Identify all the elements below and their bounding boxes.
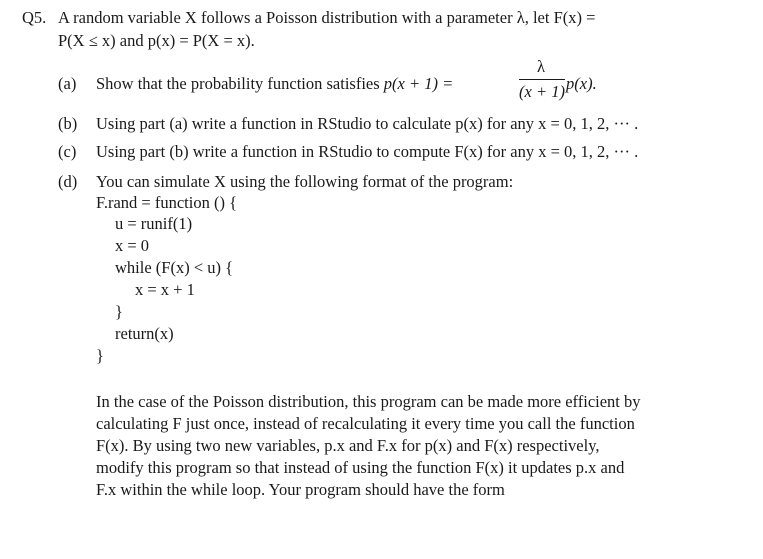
- part-a-statement: Show that the probability function satis…: [96, 74, 380, 93]
- code-line-x-init: x = 0: [115, 236, 150, 255]
- part-b-label: (b): [58, 114, 78, 133]
- paragraph-line-3: F(x). By using two new variables, p.x an…: [96, 436, 600, 455]
- part-a-rhs: p(x).: [566, 74, 597, 93]
- question-intro-line1: A random variable X follows a Poisson di…: [58, 8, 596, 27]
- code-line-increment: x = x + 1: [135, 280, 195, 299]
- question-number: Q5.: [22, 8, 47, 27]
- part-c-label: (c): [58, 142, 77, 161]
- code-line-function-close: }: [96, 346, 104, 365]
- code-line-runif: u = runif(1): [115, 214, 193, 233]
- part-d-text: You can simulate X using the following f…: [96, 172, 514, 191]
- question-intro-line2: P(X ≤ x) and p(x) = P(X = x).: [58, 31, 255, 50]
- code-line-function-def: F.rand = function () {: [96, 193, 237, 212]
- part-a-text: Show that the probability function satis…: [96, 74, 453, 94]
- part-b-text: Using part (a) write a function in RStud…: [96, 114, 639, 133]
- code-line-while: while (F(x) < u) {: [115, 258, 234, 277]
- part-a-fraction-numerator: λ: [536, 57, 545, 76]
- paragraph-line-4: modify this program so that instead of u…: [96, 458, 625, 477]
- code-line-while-close: }: [115, 302, 123, 321]
- part-c-text: Using part (b) write a function in RStud…: [96, 142, 639, 161]
- part-a-fraction-denominator: (x + 1): [519, 82, 565, 101]
- part-d-label: (d): [58, 172, 78, 191]
- part-a-lhs: p(x + 1) =: [383, 74, 454, 93]
- part-a-fraction-bar: [519, 79, 565, 80]
- part-a-label: (a): [58, 74, 77, 93]
- paragraph-line-2: calculating F just once, instead of reca…: [96, 414, 635, 433]
- code-line-return: return(x): [115, 324, 174, 343]
- paragraph-line-5: F.x within the while loop. Your program …: [96, 480, 505, 499]
- paragraph-line-1: In the case of the Poisson distribution,…: [96, 392, 641, 411]
